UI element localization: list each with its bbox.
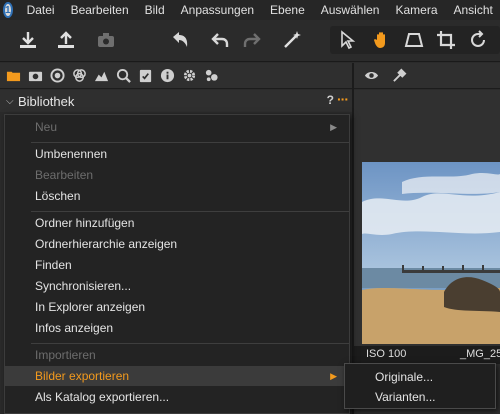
- menu-item-loeschen[interactable]: Löschen: [5, 186, 349, 206]
- menu-item-label: Neu: [35, 120, 58, 134]
- menu-item-infos-anzeigen[interactable]: Infos anzeigen: [5, 318, 349, 338]
- select-icon[interactable]: [336, 28, 360, 52]
- menu-item-label: Ordnerhierarchie anzeigen: [35, 237, 178, 251]
- menu-item-label: Synchronisieren...: [35, 279, 132, 293]
- filename: _MG_25: [460, 348, 500, 360]
- menu-item-label: Bilder exportieren: [35, 369, 130, 383]
- menu-item-in-explorer[interactable]: In Explorer anzeigen: [5, 297, 349, 317]
- menu-item-bearbeiten[interactable]: Bearbeiten: [5, 165, 349, 185]
- menu-auswaehlen[interactable]: Auswählen: [313, 3, 388, 17]
- menu-separator: [31, 142, 349, 143]
- section-title: Bibliothek: [18, 93, 75, 109]
- menu-item-finden[interactable]: Finden: [5, 255, 349, 275]
- export-submenu: Originale... Varianten...: [344, 363, 496, 409]
- exposure-tab[interactable]: [90, 65, 112, 87]
- menu-kamera[interactable]: Kamera: [387, 3, 445, 17]
- menu-item-als-katalog[interactable]: Als Katalog exportieren...: [5, 387, 349, 407]
- export-icon[interactable]: [54, 28, 78, 52]
- eye-icon[interactable]: [360, 65, 382, 87]
- info-tab[interactable]: [156, 65, 178, 87]
- hand-pan-icon[interactable]: [370, 28, 394, 52]
- menu-bild[interactable]: Bild: [137, 3, 173, 17]
- metadata-tab[interactable]: [134, 65, 156, 87]
- undo-all-icon[interactable]: [168, 28, 192, 52]
- submenu-arrow-icon: ▶: [330, 122, 337, 132]
- menu-item-ordner-hinzufuegen[interactable]: Ordner hinzufügen: [5, 213, 349, 233]
- camera-icon[interactable]: [94, 28, 118, 52]
- menu-item-label: Importieren: [35, 348, 96, 362]
- menu-item-label: Infos anzeigen: [35, 321, 114, 335]
- main-toolbar: [0, 20, 500, 62]
- menu-item-label: Finden: [35, 258, 72, 272]
- library-tab[interactable]: [2, 65, 24, 87]
- capture-tab[interactable]: [24, 65, 46, 87]
- menu-item-label: Löschen: [35, 189, 81, 203]
- menu-bearbeiten[interactable]: Bearbeiten: [63, 3, 137, 17]
- undo-icon[interactable]: [208, 28, 232, 52]
- chevron-down-icon[interactable]: ⌵: [6, 96, 18, 107]
- menu-item-importieren[interactable]: Importieren: [5, 345, 349, 365]
- menu-item-label: Als Katalog exportieren...: [35, 390, 170, 404]
- menu-item-synchronisieren[interactable]: Synchronisieren...: [5, 276, 349, 296]
- photo-caption: ISO 100 _MG_25: [354, 346, 500, 364]
- menu-item-label: Bearbeiten: [35, 168, 94, 182]
- tool-tabs: [0, 63, 352, 89]
- library-section-header[interactable]: ⌵ Bibliothek ? ···: [0, 90, 352, 112]
- crop-icon[interactable]: [434, 28, 458, 52]
- menu-ebene[interactable]: Ebene: [262, 3, 313, 17]
- adjust-tab[interactable]: [68, 65, 90, 87]
- more-options-icon[interactable]: ···: [337, 91, 349, 107]
- import-icon[interactable]: [16, 28, 40, 52]
- menu-item-umbenennen[interactable]: Umbenennen: [5, 144, 349, 164]
- menu-anpassungen[interactable]: Anpassungen: [173, 3, 262, 17]
- menu-ansicht[interactable]: Ansicht: [446, 3, 500, 17]
- help-icon[interactable]: ?: [327, 93, 334, 107]
- menu-datei[interactable]: Datei: [19, 3, 63, 17]
- menu-item-ordnerhierarchie[interactable]: Ordnerhierarchie anzeigen: [5, 234, 349, 254]
- library-context-menu: Neu ▶ Umbenennen Bearbeiten Löschen Ordn…: [4, 114, 350, 414]
- magic-wand-icon[interactable]: [280, 28, 304, 52]
- details-tab[interactable]: [112, 65, 134, 87]
- batch-tab[interactable]: [200, 65, 222, 87]
- menu-separator: [31, 343, 349, 344]
- submenu-arrow-icon: ▶: [330, 371, 337, 381]
- color-tab[interactable]: [46, 65, 68, 87]
- viewer-tabs: [354, 63, 500, 89]
- redo-icon[interactable]: [240, 28, 264, 52]
- submenu-item-originale[interactable]: Originale...: [345, 367, 495, 387]
- menu-bar: 1 Datei Bearbeiten Bild Anpassungen Eben…: [0, 0, 500, 20]
- iso-value: ISO 100: [366, 348, 407, 360]
- cursor-tools-group: [330, 26, 500, 54]
- app-logo-icon[interactable]: 1: [3, 2, 13, 18]
- submenu-item-varianten[interactable]: Varianten...: [345, 387, 495, 407]
- settings-tab[interactable]: [178, 65, 200, 87]
- beach-photo[interactable]: [362, 162, 500, 344]
- rotate-icon[interactable]: [466, 28, 490, 52]
- keystone-icon[interactable]: [402, 28, 426, 52]
- menu-item-label: Ordner hinzufügen: [35, 216, 135, 230]
- menu-item-label: Umbenennen: [35, 147, 108, 161]
- menu-item-label: In Explorer anzeigen: [35, 300, 146, 314]
- menu-separator: [31, 211, 349, 212]
- color-picker-icon[interactable]: [388, 65, 410, 87]
- menu-item-neu[interactable]: Neu ▶: [5, 117, 349, 137]
- menu-item-bilder-exportieren[interactable]: Bilder exportieren ▶: [5, 366, 349, 386]
